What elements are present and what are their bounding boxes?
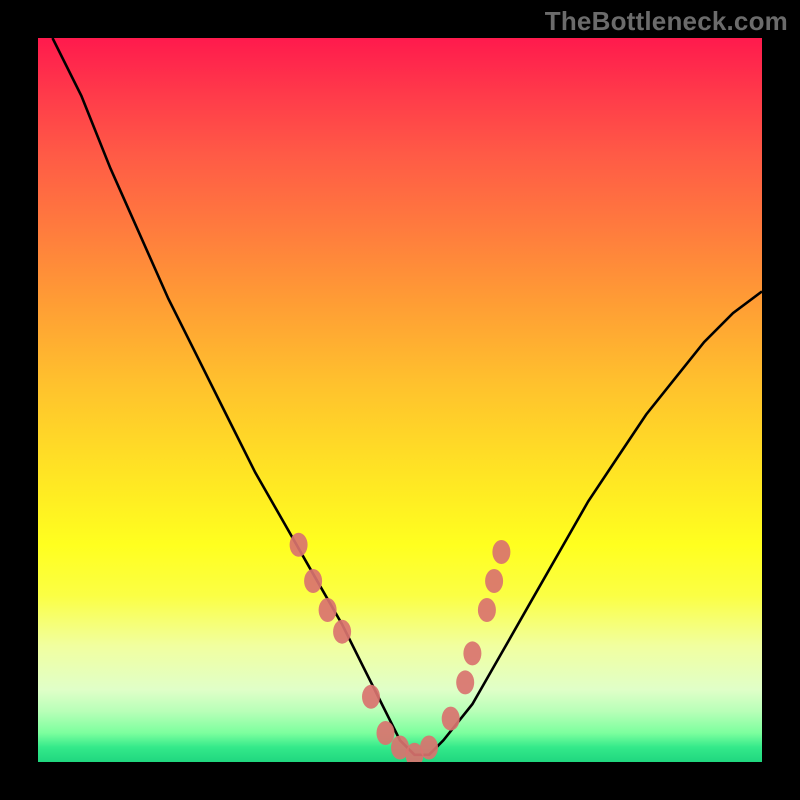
marker-point (319, 598, 337, 622)
plot-area (38, 38, 762, 762)
marker-point (478, 598, 496, 622)
bottleneck-curve (53, 38, 763, 755)
marker-point (485, 569, 503, 593)
chart-frame: TheBottleneck.com (0, 0, 800, 800)
marker-point (304, 569, 322, 593)
marker-point (442, 707, 460, 731)
marker-point (290, 533, 308, 557)
marker-point (377, 721, 395, 745)
marker-point (492, 540, 510, 564)
marker-point (463, 641, 481, 665)
marker-point (362, 685, 380, 709)
watermark-text: TheBottleneck.com (545, 6, 788, 37)
highlight-markers (290, 533, 511, 762)
marker-point (333, 620, 351, 644)
marker-point (456, 670, 474, 694)
bottleneck-chart-svg (38, 38, 762, 762)
marker-point (420, 736, 438, 760)
